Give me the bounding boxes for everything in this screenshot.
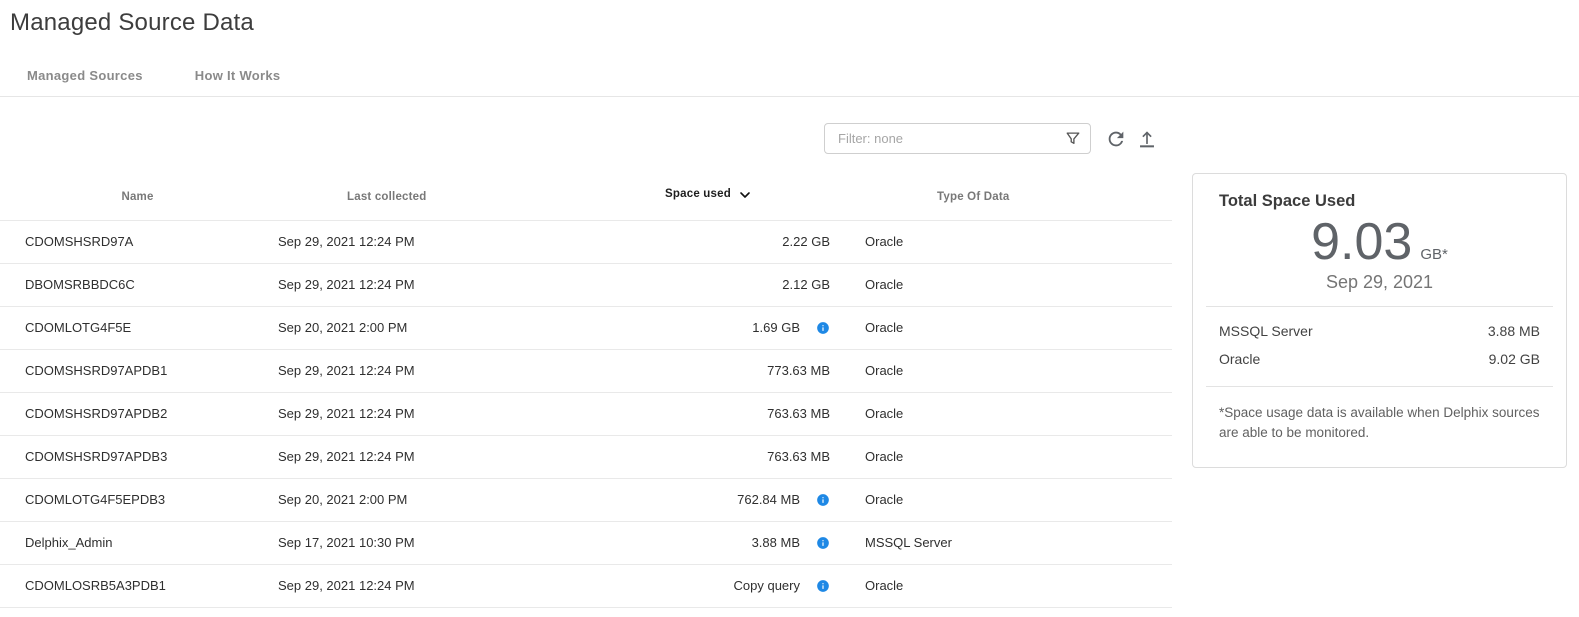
cell-last-collected: Sep 29, 2021 12:24 PM — [275, 263, 560, 306]
upload-icon — [1136, 128, 1158, 150]
space-used-value: 1.69 GB — [752, 320, 800, 335]
tabs-bar: Managed Sources How It Works — [0, 37, 1579, 97]
panel-divider-top — [1206, 306, 1553, 307]
cell-name: CDOMLOTG4F5EPDB3 — [0, 478, 275, 521]
column-header-name[interactable]: Name — [0, 154, 275, 220]
panel-divider-bottom — [1206, 386, 1553, 387]
filter-field-wrap — [824, 123, 1091, 154]
table-row[interactable]: CDOMSHSRD97APDB3 Sep 29, 2021 12:24 PM 7… — [0, 435, 1172, 478]
total-unit: GB* — [1420, 246, 1448, 263]
cell-name: CDOMLOSRB5A3PDB1 — [0, 564, 275, 607]
space-used-value: 762.84 MB — [737, 492, 800, 507]
info-icon[interactable] — [816, 536, 830, 550]
upload-button[interactable] — [1134, 126, 1160, 152]
space-used-value: 3.88 MB — [752, 535, 800, 550]
breakdown-row-oracle: Oracle 9.02 GB — [1219, 345, 1540, 373]
table-body: CDOMSHSRD97A Sep 29, 2021 12:24 PM 2.22 … — [0, 220, 1172, 607]
table-row[interactable]: CDOMLOSRB5A3PDB1 Sep 29, 2021 12:24 PM C… — [0, 564, 1172, 607]
cell-type: Oracle — [858, 478, 1172, 521]
cell-last-collected: Sep 20, 2021 2:00 PM — [275, 478, 560, 521]
cell-name: CDOMSHSRD97APDB1 — [0, 349, 275, 392]
cell-type: Oracle — [858, 435, 1172, 478]
cell-type: Oracle — [858, 392, 1172, 435]
space-breakdown: MSSQL Server 3.88 MB Oracle 9.02 GB — [1219, 317, 1540, 373]
breakdown-label: Oracle — [1219, 351, 1260, 367]
cell-last-collected: Sep 29, 2021 12:24 PM — [275, 392, 560, 435]
breakdown-value: 3.88 MB — [1488, 323, 1540, 339]
breakdown-value: 9.02 GB — [1489, 351, 1540, 367]
cell-type: Oracle — [858, 564, 1172, 607]
content-area: Name Last collected Space used Type Of D… — [0, 97, 1579, 608]
sort-desc-icon[interactable] — [737, 187, 753, 203]
filter-input[interactable] — [824, 123, 1091, 154]
cell-name: Delphix_Admin — [0, 521, 275, 564]
column-header-space-used[interactable]: Space used — [560, 154, 858, 220]
table-row[interactable]: CDOMLOTG4F5EPDB3 Sep 20, 2021 2:00 PM 76… — [0, 478, 1172, 521]
cell-last-collected: Sep 17, 2021 10:30 PM — [275, 521, 560, 564]
table-row[interactable]: CDOMSHSRD97APDB1 Sep 29, 2021 12:24 PM 7… — [0, 349, 1172, 392]
cell-name: DBOMSRBBDC6C — [0, 263, 275, 306]
table-header-row: Name Last collected Space used Type Of D… — [0, 154, 1172, 220]
total-space-used-panel: Total Space Used 9.03 GB* Sep 29, 2021 M… — [1192, 173, 1567, 468]
space-used-value: 2.22 GB — [782, 234, 830, 249]
table-row[interactable]: CDOMSHSRD97A Sep 29, 2021 12:24 PM 2.22 … — [0, 220, 1172, 263]
panel-footnote: *Space usage data is available when Delp… — [1219, 403, 1540, 444]
space-used-value: 763.63 MB — [767, 449, 830, 464]
space-used-value: 773.63 MB — [767, 363, 830, 378]
total-space-value: 9.03 GB* — [1219, 215, 1540, 270]
table-row[interactable]: Delphix_Admin Sep 17, 2021 10:30 PM 3.88… — [0, 521, 1172, 564]
cell-type: Oracle — [858, 263, 1172, 306]
cell-name: CDOMSHSRD97APDB3 — [0, 435, 275, 478]
cell-type: Oracle — [858, 349, 1172, 392]
table-row[interactable]: CDOMLOTG4F5E Sep 20, 2021 2:00 PM 1.69 G… — [0, 306, 1172, 349]
space-used-value: 763.63 MB — [767, 406, 830, 421]
info-icon[interactable] — [816, 579, 830, 593]
column-header-type[interactable]: Type Of Data — [858, 154, 1172, 220]
cell-name: CDOMLOTG4F5E — [0, 306, 275, 349]
cell-type: MSSQL Server — [858, 521, 1172, 564]
info-icon[interactable] — [816, 493, 830, 507]
breakdown-label: MSSQL Server — [1219, 323, 1313, 339]
cell-type: Oracle — [858, 306, 1172, 349]
space-used-value: 2.12 GB — [782, 277, 830, 292]
panel-title: Total Space Used — [1219, 192, 1540, 211]
refresh-button[interactable] — [1103, 126, 1129, 152]
cell-last-collected: Sep 29, 2021 12:24 PM — [275, 564, 560, 607]
table-row[interactable]: CDOMSHSRD97APDB2 Sep 29, 2021 12:24 PM 7… — [0, 392, 1172, 435]
table-section: Name Last collected Space used Type Of D… — [0, 97, 1172, 608]
total-value: 9.03 — [1311, 215, 1412, 270]
cell-last-collected: Sep 29, 2021 12:24 PM — [275, 349, 560, 392]
cell-name: CDOMSHSRD97A — [0, 220, 275, 263]
cell-last-collected: Sep 29, 2021 12:24 PM — [275, 435, 560, 478]
tab-how-it-works[interactable]: How It Works — [195, 68, 281, 83]
refresh-icon — [1105, 128, 1127, 150]
space-used-value: Copy query — [734, 578, 800, 593]
column-header-last-collected[interactable]: Last collected — [275, 154, 560, 220]
total-as-of-date: Sep 29, 2021 — [1219, 272, 1540, 293]
page-title: Managed Source Data — [10, 9, 1579, 37]
tab-managed-sources[interactable]: Managed Sources — [27, 68, 143, 83]
toolbar — [0, 123, 1172, 154]
cell-last-collected: Sep 20, 2021 2:00 PM — [275, 306, 560, 349]
table-row[interactable]: DBOMSRBBDC6C Sep 29, 2021 12:24 PM 2.12 … — [0, 263, 1172, 306]
cell-name: CDOMSHSRD97APDB2 — [0, 392, 275, 435]
info-icon[interactable] — [816, 321, 830, 335]
cell-last-collected: Sep 29, 2021 12:24 PM — [275, 220, 560, 263]
cell-type: Oracle — [858, 220, 1172, 263]
sources-table: Name Last collected Space used Type Of D… — [0, 154, 1172, 608]
breakdown-row-mssql: MSSQL Server 3.88 MB — [1219, 317, 1540, 345]
